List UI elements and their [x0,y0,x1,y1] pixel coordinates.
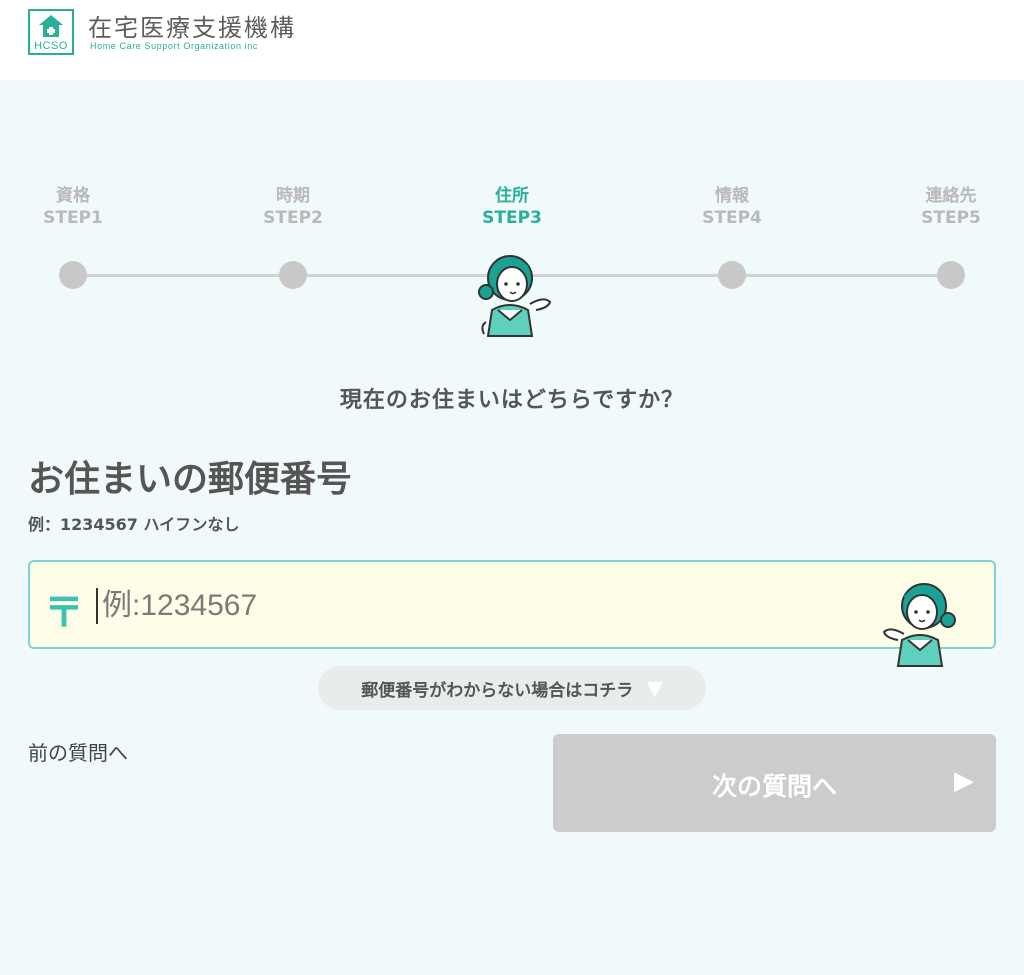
step-dot-2 [279,261,307,289]
prev-question-link[interactable]: 前の質問へ [28,737,128,766]
step-number: STEP4 [702,208,762,228]
step-4: 情報 STEP4 [672,185,792,229]
postal-code-field[interactable]: 〒 [28,560,996,667]
step-label: 時期 [276,186,310,206]
step-number: STEP3 [482,208,542,228]
field-hint: 例：1234567 ハイフンなし [28,515,240,534]
nurse-character-icon [478,255,552,337]
step-dot-1 [59,261,87,289]
chevron-down-icon: ▼ [647,676,663,700]
field-title: お住まいの郵便番号 [28,459,353,500]
site-header: HCSO 在宅医療支援機構 Home Care Support Organiza… [0,0,1024,80]
step-dot-4 [718,261,746,289]
step-5: 連絡先 STEP5 [891,185,1011,229]
postal-mark-icon: 〒 [44,590,84,636]
step-label: 住所 [495,186,529,206]
org-name: 在宅医療支援機構 [88,14,296,42]
step-number: STEP1 [43,208,103,228]
step-dot-5 [937,261,965,289]
nurse-character-icon [882,583,956,667]
play-arrow-icon: ▶ [954,766,974,796]
step-label: 資格 [56,186,90,206]
step-number: STEP2 [263,208,323,228]
text-caret [96,588,98,624]
logo[interactable]: HCSO [28,9,74,55]
question-heading: 現在のお住まいはどちらですか？ [339,388,685,413]
step-number: STEP5 [921,208,981,228]
step-3: 住所 STEP3 [452,185,572,229]
postal-code-input[interactable] [100,576,884,636]
postal-help-toggle[interactable]: 郵便番号がわからない場合はコチラ ▼ [318,666,706,710]
house-icon [39,15,63,37]
next-question-button[interactable]: 次の質問へ ▶ [553,734,996,832]
step-2: 時期 STEP2 [233,185,353,229]
step-1: 資格 STEP1 [13,185,133,229]
next-button-label: 次の質問へ [711,772,837,801]
step-label: 連絡先 [925,186,977,206]
org-subtitle: Home Care Support Organization inc [90,41,258,51]
postal-help-label: 郵便番号がわからない場合はコチラ [361,680,634,701]
logo-abbr: HCSO [34,40,68,52]
step-label: 情報 [715,186,749,206]
